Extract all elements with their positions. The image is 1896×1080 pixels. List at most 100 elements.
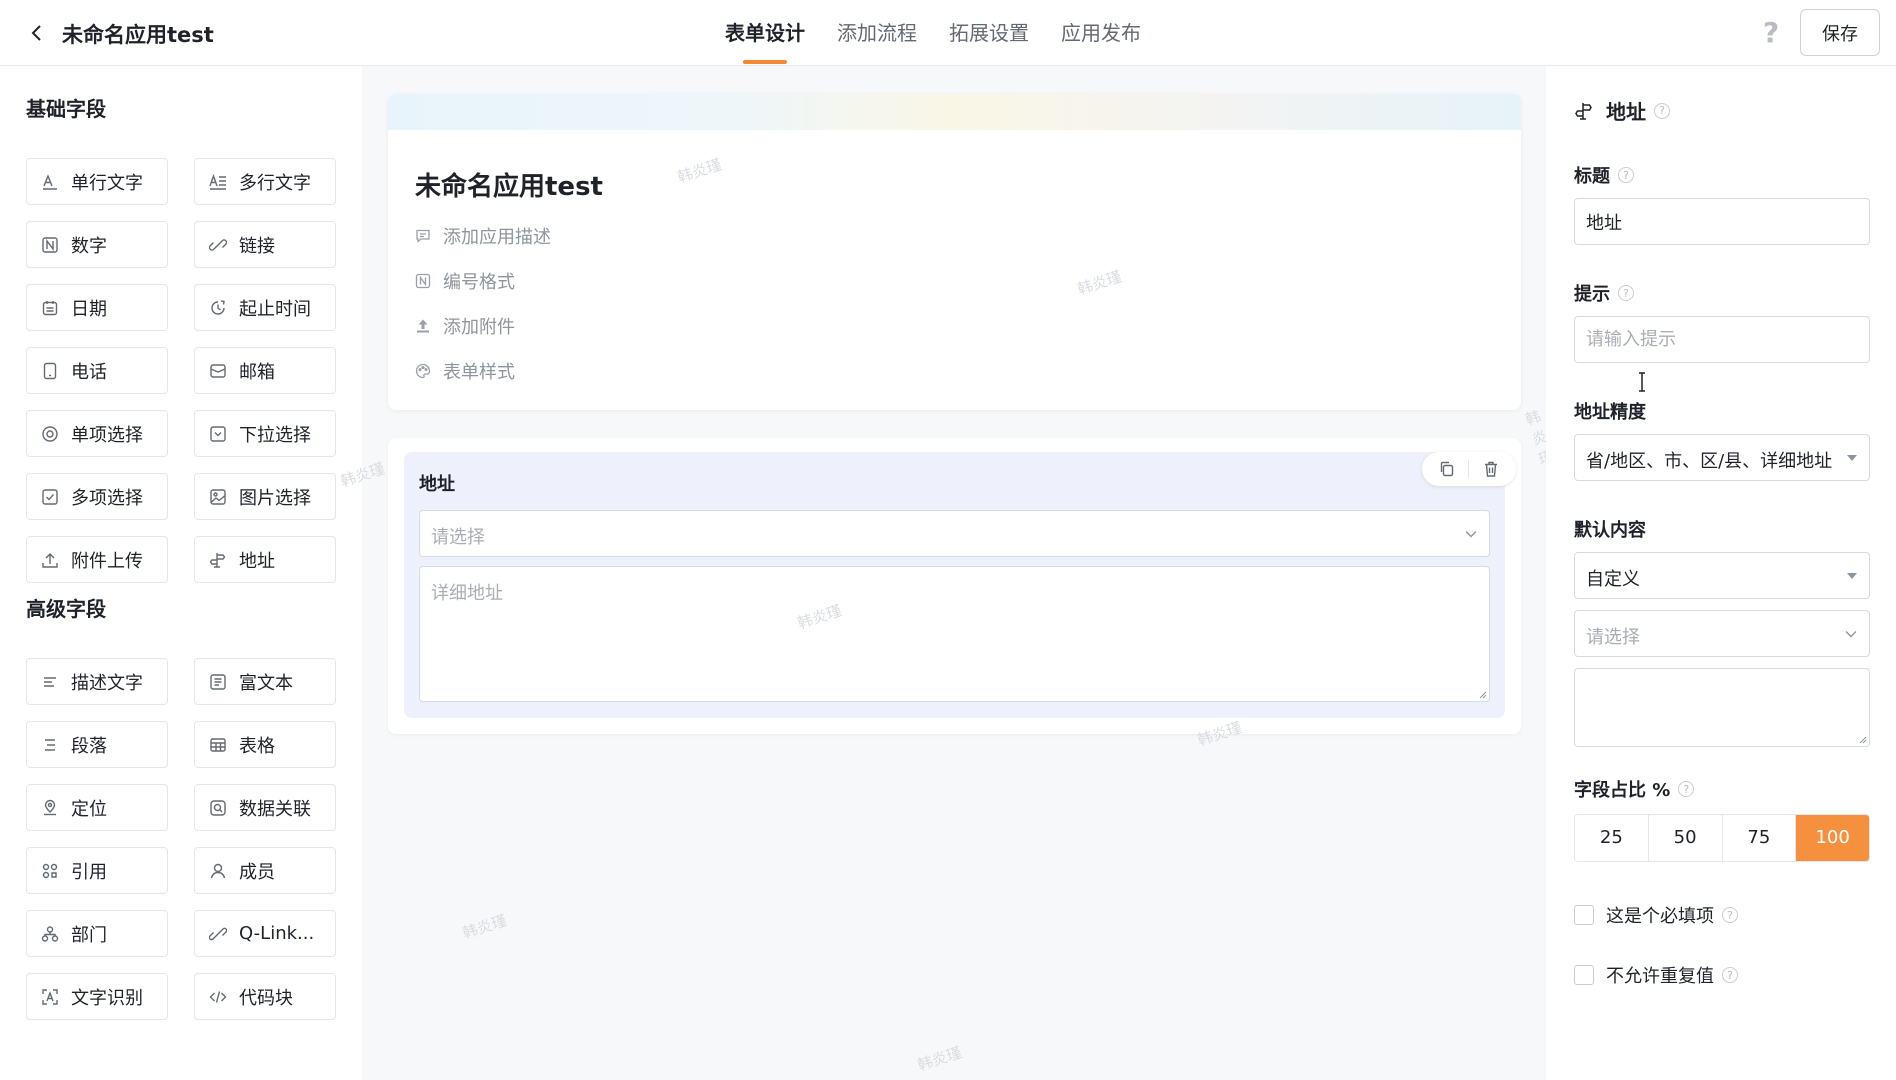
field-single-choice[interactable]: 单项选择 xyxy=(26,410,168,457)
watermark: 韩炎瑾 xyxy=(460,911,509,943)
default-mode-select[interactable]: 自定义 xyxy=(1574,552,1870,599)
precision-select[interactable]: 省/地区、市、区/县、详细地址 xyxy=(1574,434,1870,481)
help-circle-icon[interactable]: ? xyxy=(1618,167,1634,183)
number-format-option[interactable]: 编号格式 xyxy=(415,268,515,294)
hint-input[interactable] xyxy=(1574,316,1870,363)
help-circle-icon[interactable]: ? xyxy=(1722,907,1738,923)
field-time-range[interactable]: 起止时间 xyxy=(194,284,336,331)
ratio-option-25[interactable]: 25 xyxy=(1575,815,1649,861)
help-circle-icon[interactable]: ? xyxy=(1678,781,1695,797)
default-detail-textarea[interactable] xyxy=(1574,668,1870,747)
rich-text-icon xyxy=(209,673,227,691)
field-dropdown[interactable]: 下拉选择 xyxy=(194,410,336,457)
calendar-icon xyxy=(41,299,59,317)
radio-icon xyxy=(41,425,59,443)
form-canvas: 未命名应用test 添加应用描述 编号格式 添加附件 表单样式 地址 请选择 详… xyxy=(338,66,1556,1080)
ratio-option-75[interactable]: 75 xyxy=(1723,815,1797,861)
properties-header: 地址 ? xyxy=(1574,96,1670,125)
field-paragraph[interactable]: 段落 xyxy=(26,721,168,768)
form-name[interactable]: 未命名应用test xyxy=(415,166,603,203)
help-circle-icon[interactable]: ? xyxy=(1654,102,1670,119)
palette-icon xyxy=(415,363,431,379)
field-rich-text[interactable]: 富文本 xyxy=(194,658,336,705)
basic-fields-title: 基础字段 xyxy=(26,97,106,121)
field-address[interactable]: 地址 xyxy=(194,536,336,583)
signpost-icon xyxy=(1574,101,1594,121)
tab-add-flow[interactable]: 添加流程 xyxy=(837,0,917,66)
form-style-option[interactable]: 表单样式 xyxy=(415,358,515,384)
number-format-icon xyxy=(415,273,431,289)
title-input[interactable] xyxy=(1574,198,1870,245)
text-cursor-icon xyxy=(1639,372,1645,392)
comment-icon xyxy=(415,228,431,244)
field-ocr[interactable]: 文字识别 xyxy=(26,973,168,1020)
ratio-option-100[interactable]: 100 xyxy=(1796,815,1869,861)
field-data-link[interactable]: 数据关联 xyxy=(194,784,336,831)
tab-form-design[interactable]: 表单设计 xyxy=(725,0,805,66)
description-icon xyxy=(41,673,59,691)
field-date[interactable]: 日期 xyxy=(26,284,168,331)
chevron-down-icon xyxy=(1845,631,1857,638)
field-link[interactable]: 链接 xyxy=(194,221,336,268)
resize-grip-icon[interactable] xyxy=(1857,734,1867,744)
field-qlink[interactable]: Q-Link... xyxy=(194,910,336,957)
tab-extension-settings[interactable]: 拓展设置 xyxy=(949,0,1029,66)
field-mail[interactable]: 邮箱 xyxy=(194,347,336,394)
copy-icon[interactable] xyxy=(1438,460,1456,478)
code-icon xyxy=(209,988,227,1006)
required-checkbox[interactable]: 这是个必填项 ? xyxy=(1574,902,1738,928)
field-phone[interactable]: 电话 xyxy=(26,347,168,394)
upload-icon xyxy=(415,318,431,334)
paragraph-icon xyxy=(41,736,59,754)
no-duplicate-checkbox[interactable]: 不允许重复值 ? xyxy=(1574,962,1738,988)
caret-down-icon xyxy=(1847,573,1857,579)
title-label: 标题 ? xyxy=(1574,162,1634,188)
mail-icon xyxy=(209,362,227,380)
field-location[interactable]: 定位 xyxy=(26,784,168,831)
form-header-card: 未命名应用test 添加应用描述 编号格式 添加附件 表单样式 xyxy=(388,94,1521,410)
checkbox[interactable] xyxy=(1574,965,1594,985)
form-banner xyxy=(388,94,1521,130)
department-icon xyxy=(41,925,59,943)
checkbox[interactable] xyxy=(1574,905,1594,925)
field-department[interactable]: 部门 xyxy=(26,910,168,957)
detail-address-textarea[interactable]: 详细地址 xyxy=(419,566,1490,702)
field-description[interactable]: 描述文字 xyxy=(26,658,168,705)
field-member[interactable]: 成员 xyxy=(194,847,336,894)
help-circle-icon[interactable]: ? xyxy=(1722,967,1738,983)
region-select[interactable]: 请选择 xyxy=(419,510,1490,557)
single-line-text-icon xyxy=(41,173,59,191)
field-palette: 基础字段 单行文字 多行文字 数字 链接 日期 起止时间 电话 邮箱 单项选择 … xyxy=(0,66,362,1080)
field-single-line-text[interactable]: 单行文字 xyxy=(26,158,168,205)
upload-icon xyxy=(41,551,59,569)
back-icon[interactable] xyxy=(22,18,52,48)
ocr-icon xyxy=(41,988,59,1006)
ratio-option-50[interactable]: 50 xyxy=(1649,815,1723,861)
member-icon xyxy=(209,862,227,880)
question-icon[interactable]: ? xyxy=(1756,18,1786,48)
add-description-option[interactable]: 添加应用描述 xyxy=(415,223,551,249)
top-header: 未命名应用test 表单设计 添加流程 拓展设置 应用发布 ? 保存 xyxy=(0,0,1896,66)
trash-icon[interactable] xyxy=(1482,460,1500,478)
ratio-segmented-control: 25 50 75 100 xyxy=(1574,814,1870,862)
field-actions xyxy=(1422,452,1516,486)
field-number[interactable]: 数字 xyxy=(26,221,168,268)
chevron-down-icon xyxy=(1465,531,1477,538)
resize-grip-icon[interactable] xyxy=(1477,689,1487,699)
save-button[interactable]: 保存 xyxy=(1800,9,1880,56)
help-circle-icon[interactable]: ? xyxy=(1618,285,1634,301)
tab-app-publish[interactable]: 应用发布 xyxy=(1061,0,1141,66)
field-attachment-upload[interactable]: 附件上传 xyxy=(26,536,168,583)
time-range-icon xyxy=(209,299,227,317)
address-field-card[interactable]: 地址 请选择 详细地址 xyxy=(388,438,1521,734)
tab-bar: 表单设计 添加流程 拓展设置 应用发布 xyxy=(725,0,1173,66)
field-code-block[interactable]: 代码块 xyxy=(194,973,336,1020)
address-field-selected[interactable]: 地址 请选择 详细地址 xyxy=(404,452,1516,718)
field-image-choice[interactable]: 图片选择 xyxy=(194,473,336,520)
field-multi-choice[interactable]: 多项选择 xyxy=(26,473,168,520)
field-multi-line-text[interactable]: 多行文字 xyxy=(194,158,336,205)
default-region-select[interactable]: 请选择 xyxy=(1574,610,1870,657)
add-attachment-option[interactable]: 添加附件 xyxy=(415,313,515,339)
field-reference[interactable]: 引用 xyxy=(26,847,168,894)
field-table[interactable]: 表格 xyxy=(194,721,336,768)
